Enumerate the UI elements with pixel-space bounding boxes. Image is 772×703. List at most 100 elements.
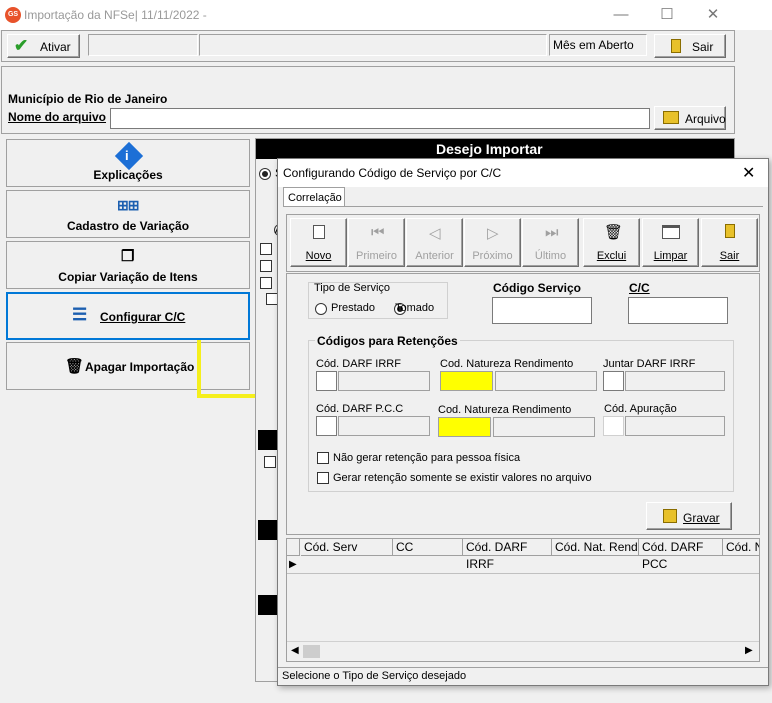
darf-pcc-code-input[interactable] — [316, 416, 337, 436]
scroll-left-icon[interactable]: ◀ — [291, 645, 299, 656]
proximo-label: Próximo — [472, 250, 513, 262]
dialog-close-button[interactable]: ✕ — [742, 163, 755, 183]
app-logo-icon: GS — [5, 7, 21, 23]
prestado-radio[interactable] — [315, 303, 327, 315]
option-checkbox-checked[interactable] — [260, 260, 272, 272]
nao-gerar-pf-label: Não gerar retenção para pessoa física — [333, 452, 521, 464]
cadastro-variacao-button[interactable]: ⊞⊞ Cadastro de Variação — [6, 190, 250, 238]
door-exit-icon — [671, 39, 681, 53]
darf-pcc-desc-field — [338, 416, 430, 436]
option-checkbox-5[interactable] — [264, 456, 276, 468]
nao-gerar-pf-checkbox[interactable] — [317, 452, 329, 464]
door-exit-icon — [725, 224, 735, 238]
next-icon: ▷ — [487, 225, 499, 242]
darf-pcc-label: Cód. DARF P.C.C — [316, 403, 404, 415]
scroll-right-icon[interactable]: ▶ — [745, 645, 753, 656]
gerar-somente-valores-label: Gerar retenção somente se existir valore… — [333, 472, 592, 484]
desejo-importar-header: Desejo Importar — [256, 139, 734, 159]
grid-corner — [287, 539, 300, 556]
prestado-label: Prestado — [331, 302, 376, 314]
ultimo-label: Último — [534, 250, 567, 262]
arquivo-input[interactable] — [110, 108, 650, 129]
dialog-sair-button[interactable]: Sair — [701, 218, 758, 267]
apuracao-code-input[interactable] — [603, 416, 624, 436]
configurar-cc-button[interactable]: ☰ Configurar C/C — [6, 292, 250, 340]
cc-label: C/C — [629, 281, 650, 295]
codigo-servico-label: Código Serviço — [493, 281, 582, 295]
tipo-servico-label: Tipo de Serviço — [314, 282, 391, 294]
dialog-title: Configurando Código de Serviço por C/C — [283, 166, 502, 180]
primeiro-button[interactable]: ⏮ Primeiro — [348, 218, 405, 267]
table-row[interactable]: ▶ — [287, 557, 759, 574]
info-icon — [114, 141, 144, 171]
arquivo-button-label: Arquivo — [685, 112, 726, 126]
horizontal-scrollbar[interactable]: ◀ ▶ — [287, 641, 759, 661]
arquivo-button[interactable]: Arquivo — [654, 106, 726, 130]
cc-input[interactable] — [628, 297, 728, 324]
grid-column-header[interactable]: CC — [393, 539, 463, 556]
explicacoes-button[interactable]: i Explicações — [6, 139, 250, 187]
main-toolbar: ✔ Ativar Mês em Aberto Sair — [1, 30, 735, 62]
close-button[interactable]: ✕ — [690, 0, 736, 30]
minimize-button[interactable]: — — [598, 0, 644, 30]
codigo-servico-input[interactable] — [492, 297, 592, 324]
proximo-button[interactable]: ▷ Próximo — [464, 218, 521, 267]
ativar-button[interactable]: ✔ Ativar — [7, 34, 80, 58]
scroll-thumb[interactable] — [303, 645, 320, 658]
gravar-label: Gravar — [683, 511, 720, 525]
apuracao-desc-field — [625, 416, 725, 436]
sair-button[interactable]: Sair — [654, 34, 726, 58]
darf-irrf-code-input[interactable] — [316, 371, 337, 391]
apuracao-label: Cód. Apuração — [604, 403, 677, 415]
checkmark-icon: ✔ — [14, 36, 29, 55]
title-bar: GS Importação da NFSe| 11/11/2022 - — ☐ … — [0, 0, 772, 30]
nat-rend-code-input-1[interactable] — [440, 371, 493, 391]
grid-column-header[interactable]: Cód. DARF PCC — [639, 539, 723, 571]
grid-column-header[interactable]: Cód. Serv — [301, 539, 393, 556]
gerar-somente-valores-checkbox[interactable] — [317, 472, 329, 484]
dialog-title-bar: Configurando Código de Serviço por C/C ✕ — [278, 159, 768, 187]
juntar-darf-desc-field — [625, 371, 725, 391]
dialog-sair-label: Sair — [719, 250, 740, 262]
option-checkbox[interactable] — [260, 243, 272, 255]
trash-icon: 🗑 — [604, 224, 624, 241]
nat-rend-label-2: Cod. Natureza Rendimento — [438, 404, 572, 416]
exclui-button[interactable]: 🗑 Exclui — [583, 218, 640, 267]
darf-irrf-desc-field — [338, 371, 430, 391]
tomado-label: Tomado — [395, 302, 435, 314]
import-option-radio[interactable] — [259, 168, 271, 180]
tab-divider — [283, 206, 763, 207]
municipio-label: Município de Rio de Janeiro — [8, 92, 168, 106]
ultimo-button[interactable]: ⏭ Último — [522, 218, 579, 267]
anterior-button[interactable]: ◁ Anterior — [406, 218, 463, 267]
limpar-button[interactable]: Limpar — [642, 218, 699, 267]
correlation-grid[interactable]: Cód. Serv CC Cód. DARF IRRF Cód. Nat. Rend C… — [286, 538, 760, 662]
status-field-1 — [88, 34, 198, 56]
trash-icon: 🗑 — [65, 358, 85, 375]
window-title: Importação da NFSe| 11/11/2022 - — [24, 8, 207, 22]
maximize-button[interactable]: ☐ — [644, 0, 690, 30]
explicacoes-label: Explicações — [93, 168, 163, 182]
juntar-darf-code-input[interactable] — [603, 371, 624, 391]
primeiro-label: Primeiro — [356, 250, 397, 262]
configurar-label: Configurar C/C — [100, 310, 186, 324]
nat-rend-code-input-2[interactable] — [438, 417, 491, 437]
option-checkbox-3[interactable] — [260, 277, 272, 289]
anterior-label: Anterior — [415, 250, 454, 262]
tab-correlacao[interactable]: Correlação — [283, 187, 345, 207]
novo-label: Novo — [305, 250, 332, 262]
sair-label: Sair — [692, 40, 714, 54]
grid-column-header[interactable]: Cód. DARF IRRF — [463, 539, 552, 571]
gravar-button[interactable]: Gravar — [646, 502, 732, 530]
grid-column-header[interactable]: Cód. Nat. Rend — [552, 539, 639, 556]
copiar-variacao-button[interactable]: ❐ Copiar Variação de Itens — [6, 241, 250, 289]
cadastro-label: Cadastro de Variação — [66, 219, 190, 233]
apagar-label: Apagar Importação — [85, 360, 195, 374]
juntar-darf-label: Juntar DARF IRRF — [603, 358, 696, 370]
novo-button[interactable]: Novo — [290, 218, 347, 267]
ativar-label: Ativar — [40, 40, 71, 54]
exclui-label: Exclui — [596, 250, 627, 262]
grid-column-header[interactable]: Cód. Na — [723, 539, 759, 556]
current-row-indicator-icon: ▶ — [289, 559, 297, 570]
folder-open-icon — [663, 111, 679, 124]
